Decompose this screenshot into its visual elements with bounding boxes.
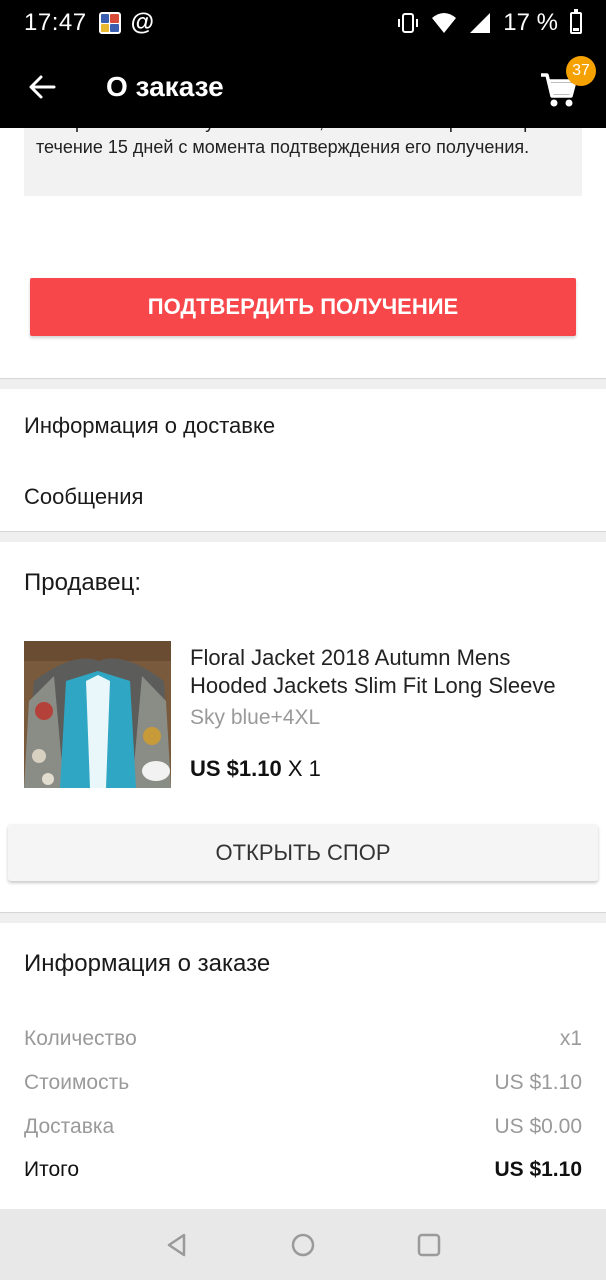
order-info-value: US $0.00 [494,1115,582,1138]
page-title: О заказе [106,71,224,102]
order-info-title: Информация о заказе [24,950,271,977]
section-divider [0,378,606,389]
order-total-value: US $1.10 [494,1158,582,1181]
signal-icon [470,13,491,33]
seller-label: Продавец: [24,569,142,596]
product-price-row: US $1.10 X 1 [190,756,321,782]
status-bar: 17:47 @ 17 % [0,0,606,46]
back-triangle-icon [167,1233,186,1256]
order-info-row-total: Итого US $1.10 [24,1158,582,1182]
confirm-receipt-button[interactable]: ПОДТВЕРДИТЬ ПОЛУЧЕНИЕ [30,278,576,336]
section-divider [0,531,606,542]
product-price: US $1.10 [190,756,282,781]
status-time: 17:47 [24,9,87,36]
product-title-line-1: Floral Jacket 2018 Autumn Mens [190,645,511,670]
notification-icons: @ [98,9,154,37]
order-info-row-quantity: Количество x1 [24,1027,582,1051]
product-title-line-2: Hooded Jackets Slim Fit Long Sleeve [190,673,556,698]
product-image[interactable] [24,641,171,788]
nav-back-button[interactable] [162,1230,192,1260]
app-bar: О заказе 37 [0,46,606,128]
order-details-screen: 17:47 @ 17 % О заказе 37 течение 15 дней… [0,0,606,1280]
system-nav-bar [0,1209,606,1280]
back-button[interactable] [0,46,84,128]
dispute-notice-text: Товар не соответствует описанию, вы може… [36,128,548,157]
at-sign-icon: @ [130,9,154,36]
open-dispute-button[interactable]: ОТКРЫТЬ СПОР [8,824,598,881]
wifi-icon [432,13,457,33]
nav-recents-button[interactable] [414,1230,444,1260]
nav-home-button[interactable] [288,1230,318,1260]
app-notification-icon [98,12,121,34]
order-info-label: Количество [24,1027,137,1050]
system-icons: 17 % [397,9,582,37]
section-divider [0,912,606,923]
recents-square-icon [417,1233,441,1256]
cart-count-badge: 37 [566,56,596,86]
battery-icon [570,9,582,34]
order-info-label: Стоимость [24,1071,130,1094]
order-info-label: Доставка [24,1115,115,1138]
messages-link[interactable]: Сообщения [24,484,143,510]
product-variant: Sky blue+4XL [190,706,321,729]
cart-button[interactable]: 37 [536,56,596,112]
product-quantity: X 1 [287,756,321,781]
vibrate-icon [398,13,419,33]
product-image-picture [24,641,171,788]
battery-percent: 17 % [503,9,558,36]
order-total-label: Итого [24,1158,80,1181]
order-info-row-cost: Стоимость US $1.10 [24,1071,582,1095]
product-title[interactable]: Floral Jacket 2018 Autumn Mens Hooded Ja… [190,644,586,700]
delivery-info-link[interactable]: Информация о доставке [24,413,275,439]
order-info-value: x1 [559,1027,582,1050]
back-arrow-icon [29,75,56,99]
order-info-row-shipping: Доставка US $0.00 [24,1115,582,1139]
dispute-notice: Товар не соответствует описанию, вы може… [24,128,582,196]
order-info-value: US $1.10 [494,1071,582,1094]
home-circle-icon [291,1233,315,1256]
